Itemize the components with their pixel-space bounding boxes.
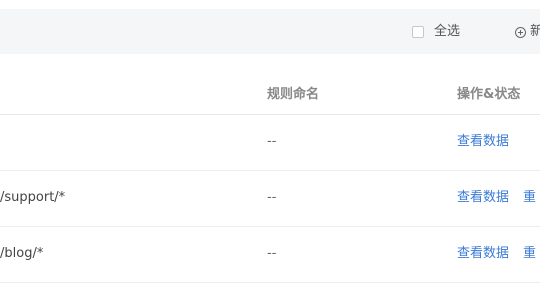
- reset-link[interactable]: 重: [523, 246, 536, 262]
- table-row: -- 查看数据: [0, 115, 540, 171]
- column-header-actions: 操作&状态: [457, 87, 521, 102]
- reset-link[interactable]: 重: [523, 190, 536, 206]
- table-row: /blog/* -- 查看数据 重: [0, 227, 540, 283]
- view-data-link[interactable]: 查看数据: [457, 190, 509, 206]
- row-path: /blog/*: [0, 246, 44, 261]
- row-path: /support/*: [0, 190, 66, 205]
- add-label: 新: [530, 24, 540, 39]
- column-header-rule-name: 规则命名: [267, 87, 320, 102]
- row-rule-name: --: [267, 190, 277, 205]
- row-rule-name: --: [267, 134, 277, 149]
- add-button[interactable]: 新: [515, 24, 540, 40]
- row-rule-name: --: [267, 246, 277, 261]
- select-all-control[interactable]: 全选: [412, 24, 460, 40]
- view-data-link[interactable]: 查看数据: [457, 246, 509, 262]
- toolbar: 全选 新: [0, 9, 540, 54]
- select-all-label: 全选: [434, 24, 461, 39]
- rules-page: 全选 新 规则命名 操作&状态 -- 查看数据 /support/* -- 查看…: [0, 0, 540, 294]
- table-row: /support/* -- 查看数据 重: [0, 171, 540, 227]
- plus-circle-icon: [515, 26, 526, 38]
- view-data-link[interactable]: 查看数据: [457, 134, 509, 150]
- table-header: 规则命名 操作&状态: [0, 76, 540, 115]
- select-all-checkbox[interactable]: [412, 26, 424, 38]
